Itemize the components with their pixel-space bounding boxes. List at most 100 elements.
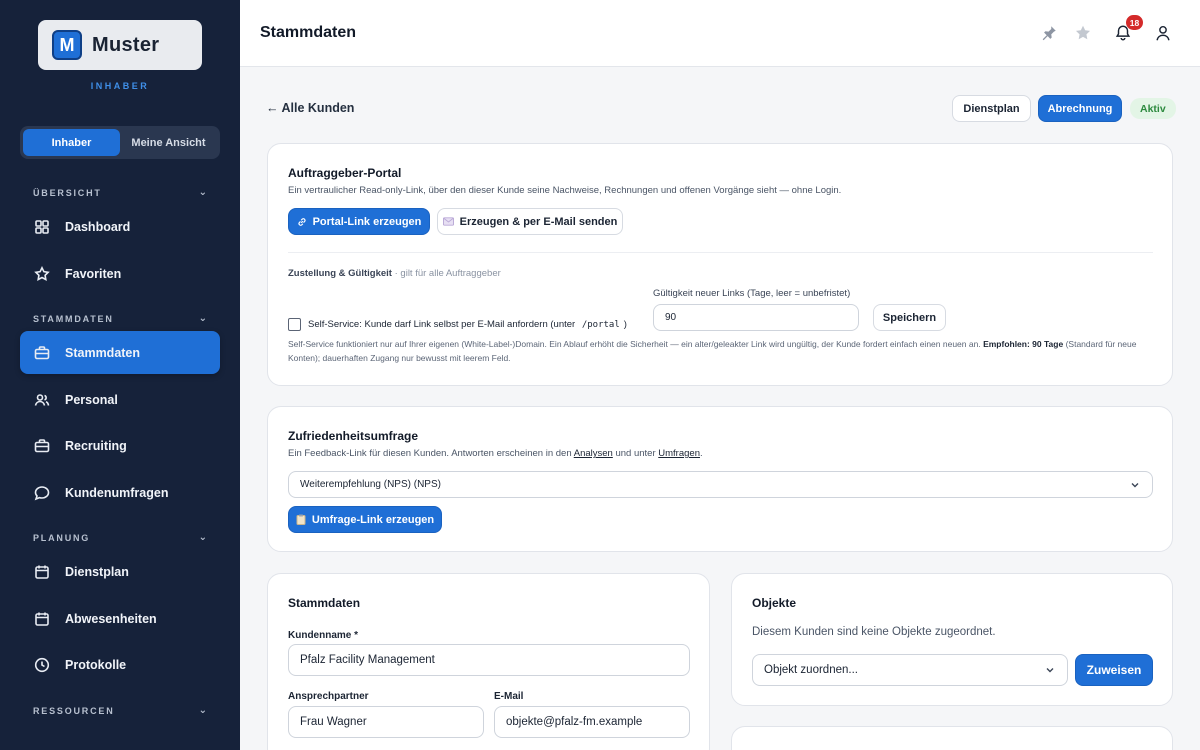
create-portal-link-label: Portal-Link erzeugen xyxy=(312,215,422,228)
logo-mark-icon: M xyxy=(52,30,82,60)
envelope-icon xyxy=(442,217,454,226)
create-survey-link-button[interactable]: Umfrage-Link erzeugen xyxy=(288,506,442,533)
chevron-down-icon: ⌄ xyxy=(198,705,207,716)
back-to-customers-link[interactable]: ← Alle Kunden xyxy=(266,101,354,115)
user-icon[interactable] xyxy=(1153,23,1173,43)
help-text: Self-Service funktioniert nur auf Ihrer … xyxy=(288,339,981,349)
sidebar-item-kundenumfragen[interactable]: Kundenumfragen xyxy=(20,471,220,514)
survey-card: Zufriedenheitsumfrage Ein Feedback-Link … xyxy=(267,406,1173,552)
sidebar-item-personal[interactable]: Personal xyxy=(20,378,220,421)
sidebar-item-label: Dashboard xyxy=(65,219,131,234)
chevron-down-icon xyxy=(1046,668,1054,673)
sidebar-item-stammdaten[interactable]: Stammdaten xyxy=(20,331,220,374)
view-toggle: Inhaber Meine Ansicht xyxy=(20,126,220,159)
chevron-down-icon: ⌄ xyxy=(198,187,207,198)
nav-section-label: RESSOURCEN xyxy=(33,705,115,716)
sidebar-item-label: Dienstplan xyxy=(65,564,129,579)
sidebar-item-dashboard[interactable]: Dashboard xyxy=(20,205,220,248)
survey-desc-mid: und unter xyxy=(615,448,656,459)
abrechnung-button[interactable]: Abrechnung xyxy=(1038,95,1122,122)
chevron-down-icon xyxy=(1131,482,1139,487)
sidebar-item-label: Favoriten xyxy=(65,266,122,281)
briefcase-icon xyxy=(34,438,50,454)
users-icon xyxy=(34,392,50,408)
link-icon xyxy=(297,217,307,227)
star-icon xyxy=(34,265,50,282)
nav-section-ressourcen[interactable]: RESSOURCEN ⌄ xyxy=(33,705,207,716)
chevron-down-icon: ⌄ xyxy=(198,532,207,543)
sidebar-item-label: Kundenumfragen xyxy=(65,485,169,500)
calendar-icon xyxy=(34,611,50,627)
clock-icon xyxy=(34,657,50,673)
delivery-note: · gilt für alle Auftraggeber xyxy=(391,268,501,279)
nav-section-stammdaten[interactable]: STAMMDATEN ⌄ xyxy=(33,313,207,324)
status-badge: Aktiv xyxy=(1130,98,1176,119)
contact-person-field[interactable]: Frau Wagner xyxy=(288,706,484,738)
sidebar-item-abwesenheiten[interactable]: Abwesenheiten xyxy=(20,597,220,640)
delivery-heading-row: Zustellung & Gültigkeit · gilt für alle … xyxy=(288,268,501,279)
save-validity-button[interactable]: Speichern xyxy=(873,304,946,331)
self-service-help: Self-Service funktioniert nur auf Ihrer … xyxy=(288,337,1158,365)
customer-name-label: Kundenname * xyxy=(288,630,359,641)
grid-icon xyxy=(34,219,50,235)
email-field[interactable]: objekte@pfalz-fm.example xyxy=(494,706,690,738)
objects-title: Objekte xyxy=(752,596,797,610)
page-title: Stammdaten xyxy=(260,24,357,41)
create-and-email-button[interactable]: Erzeugen & per E-Mail senden xyxy=(437,208,623,235)
sidebar-item-label: Protokolle xyxy=(65,657,127,672)
master-data-title: Stammdaten xyxy=(288,596,361,610)
nav-section-label: ÜBERSICHT xyxy=(33,187,102,198)
chevron-down-icon: ⌄ xyxy=(198,313,207,324)
umfragen-link[interactable]: Umfragen xyxy=(658,448,700,459)
survey-title: Zufriedenheitsumfrage xyxy=(288,429,419,443)
portal-card: Auftraggeber-Portal Ein vertraulicher Re… xyxy=(267,143,1173,386)
sidebar-item-label: Recruiting xyxy=(65,438,127,453)
survey-type-select[interactable]: Weiterempfehlung (NPS) (NPS) xyxy=(288,471,1153,498)
star-icon[interactable] xyxy=(1073,23,1093,43)
object-assign-value: Objekt zuordnen... xyxy=(764,664,858,676)
sidebar-item-dienstplan[interactable]: Dienstplan xyxy=(20,550,220,593)
validity-label: Gültigkeit neuer Links (Tage, leer = unb… xyxy=(653,288,851,299)
self-service-prefix: Self-Service: Kunde darf Link selbst per… xyxy=(308,319,576,330)
clipboard-icon xyxy=(296,514,306,525)
object-assign-select[interactable]: Objekt zuordnen... xyxy=(752,654,1068,686)
top-bar: Stammdaten 18 xyxy=(240,0,1200,67)
sidebar-item-protokolle[interactable]: Protokolle xyxy=(20,643,220,686)
additional-card xyxy=(731,726,1173,750)
self-service-checkbox[interactable] xyxy=(288,318,301,331)
view-toggle-my-view[interactable]: Meine Ansicht xyxy=(120,129,217,156)
nav-section-label: STAMMDATEN xyxy=(33,313,114,324)
view-toggle-owner[interactable]: Inhaber xyxy=(23,129,120,156)
assign-object-button[interactable]: Zuweisen xyxy=(1075,654,1153,686)
self-service-path: /portal xyxy=(581,320,620,330)
master-data-card: Stammdaten Kundenname * Pfalz Facility M… xyxy=(267,573,710,750)
brand-logo[interactable]: M Muster xyxy=(38,20,202,70)
survey-desc-prefix: Ein Feedback-Link für diesen Kunden. Ant… xyxy=(288,448,572,459)
delivery-heading: Zustellung & Gültigkeit xyxy=(288,268,392,279)
survey-type-value: Weiterempfehlung (NPS) (NPS) xyxy=(300,479,441,490)
customer-name-field[interactable]: Pfalz Facility Management xyxy=(288,644,690,676)
survey-description: Ein Feedback-Link für diesen Kunden. Ant… xyxy=(288,448,703,459)
email-label: E-Mail xyxy=(494,691,524,702)
portal-title: Auftraggeber-Portal xyxy=(288,166,402,180)
create-portal-link-button[interactable]: Portal-Link erzeugen xyxy=(288,208,430,235)
nav-section-label: PLANUNG xyxy=(33,532,91,543)
calendar-icon xyxy=(34,564,50,580)
validity-days-input[interactable]: 90 xyxy=(653,304,859,331)
objects-empty-text: Diesem Kunden sind keine Objekte zugeord… xyxy=(752,626,996,638)
help-recommendation: Empfohlen: 90 Tage xyxy=(983,339,1064,349)
sidebar-item-label: Personal xyxy=(65,392,118,407)
nav-section-uebersicht[interactable]: ÜBERSICHT ⌄ xyxy=(33,187,207,198)
self-service-label: Self-Service: Kunde darf Link selbst per… xyxy=(308,319,627,330)
sidebar-item-label: Stammdaten xyxy=(65,345,141,360)
chat-icon xyxy=(34,485,50,501)
divider xyxy=(288,252,1153,253)
sidebar-item-recruiting[interactable]: Recruiting xyxy=(20,424,220,467)
analysen-link[interactable]: Analysen xyxy=(574,448,613,459)
role-caption: INHABER xyxy=(90,81,150,91)
sidebar-item-favoriten[interactable]: Favoriten xyxy=(20,252,220,295)
pin-icon[interactable] xyxy=(1039,23,1059,43)
nav-section-planung[interactable]: PLANUNG ⌄ xyxy=(33,532,207,543)
dienstplan-button[interactable]: Dienstplan xyxy=(952,95,1031,122)
notification-badge: 18 xyxy=(1126,15,1143,30)
